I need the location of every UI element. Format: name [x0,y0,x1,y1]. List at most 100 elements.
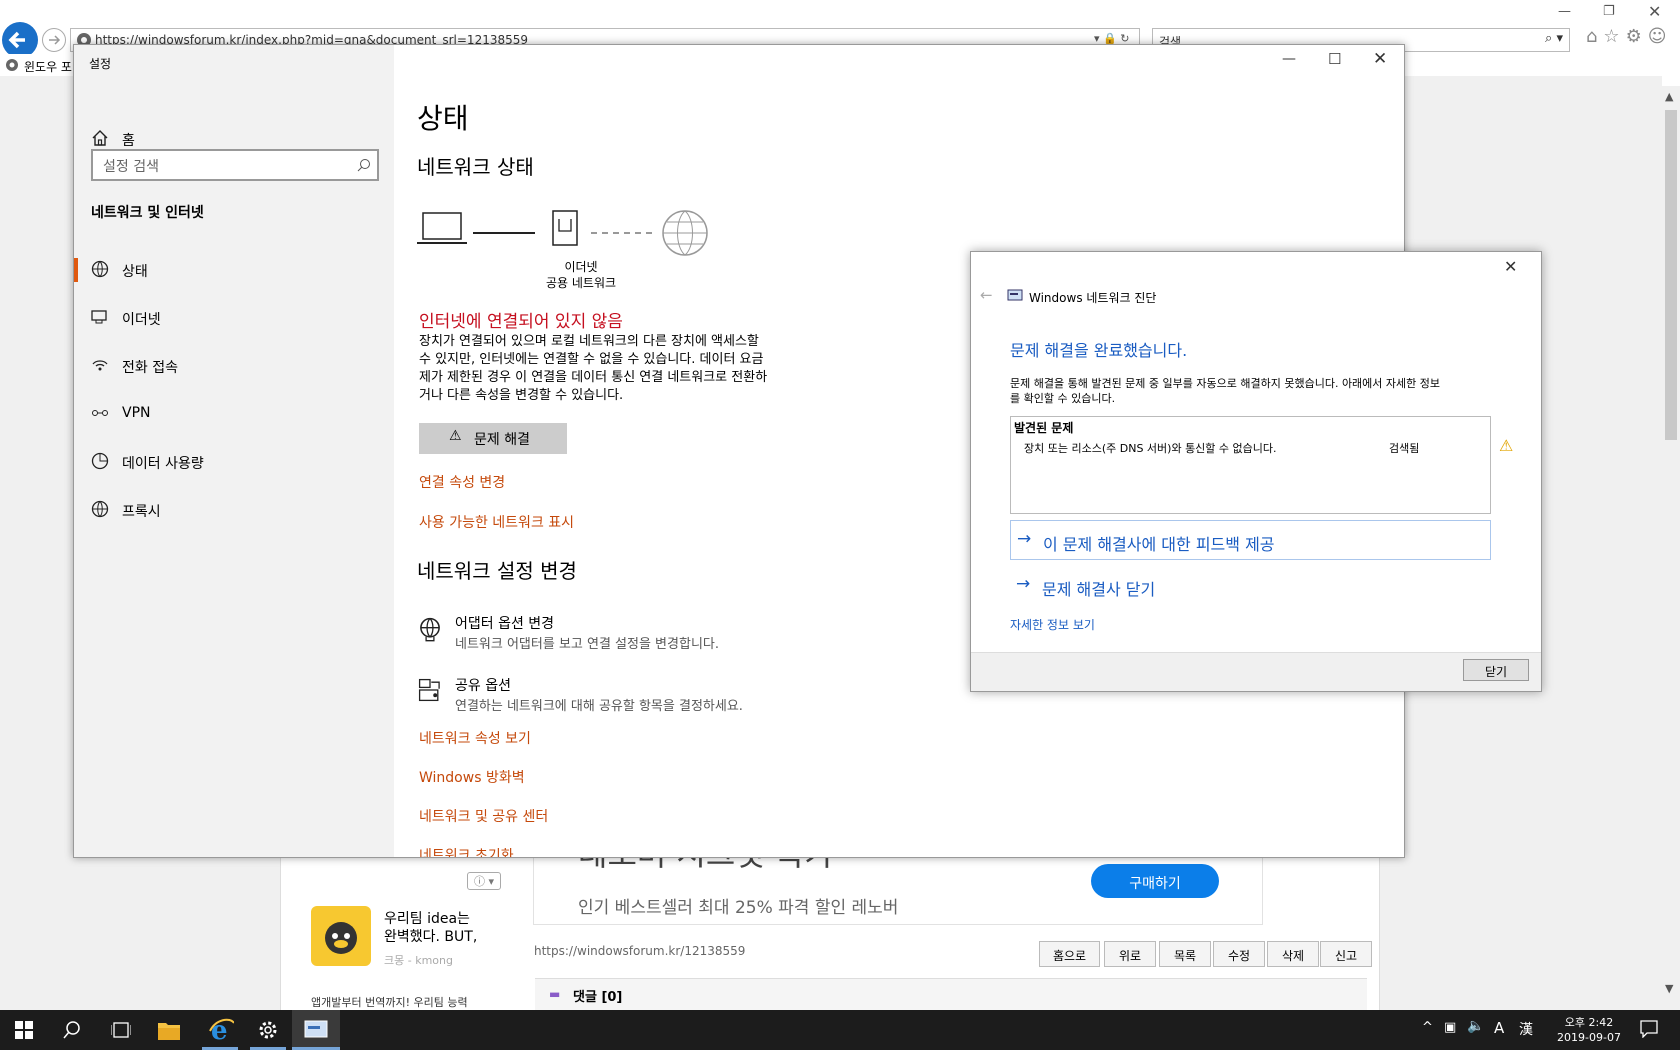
dialog-close-icon[interactable]: ✕ [1504,257,1517,276]
settings-search-input[interactable]: 설정 검색 [91,149,379,181]
task-view-button[interactable] [96,1010,144,1050]
network-tray-icon[interactable]: ▣ [1444,1020,1456,1035]
comments-bar: ▬ 댓글 [0] [535,978,1367,1010]
close-button[interactable]: 닫기 [1463,659,1529,681]
home-icon [92,130,108,146]
link-sharing-center[interactable]: 네트워크 및 공유 센터 [419,806,548,826]
link-connection-properties[interactable]: 연결 속성 변경 [419,472,505,492]
browser-tools-icons[interactable]: ⌂☆⚙☺ [1586,26,1672,47]
network-diagnostics-dialog: ✕ ← Windows 네트워크 진단 문제 해결을 완료했습니다. 문제 해결… [970,251,1542,692]
taskbar-settings[interactable] [244,1010,292,1050]
ad-text-line2: 완벽했다. BUT, [384,929,478,945]
windows-logo-icon [15,1021,33,1039]
minimize-icon[interactable]: — [1282,51,1296,67]
search-icon[interactable]: ⌕ ▾ [1545,31,1563,46]
arrow-right-icon: → [1016,574,1031,594]
network-diagnostics-icon [1007,289,1023,301]
dialog-title: Windows 네트워크 진단 [1029,291,1157,305]
view-details-link[interactable]: 자세한 정보 보기 [1010,616,1095,633]
error-title: 인터넷에 연결되어 있지 않음 [419,312,623,332]
forward-button[interactable] [42,28,66,52]
taskbar-search-button[interactable] [48,1010,96,1050]
report-button[interactable]: 신고 [1320,941,1372,967]
clock-date[interactable]: 2019-09-07 [1552,1031,1626,1044]
network-diagnostics-icon [304,1020,328,1038]
ad-info-icon[interactable]: ⓘ ▾ [467,872,501,890]
browser-minimize-icon[interactable]: — [1558,4,1571,19]
nav-ethernet-label: 이더넷 [122,312,161,328]
router-icon [552,210,578,246]
adapter-icon [420,617,440,642]
notifications-icon[interactable] [1640,1020,1658,1038]
problem-status: 검색됨 [1389,442,1420,455]
warning-icon: ⚠ [449,428,462,444]
tab-favicon-icon [6,59,18,71]
sharing-icon [418,678,440,702]
dialog-back-icon[interactable]: ← [980,286,993,304]
network-status-heading: 네트워크 상태 [417,155,534,179]
delete-button[interactable]: 삭제 [1267,941,1319,967]
status-icon [91,260,109,278]
sharing-options-title[interactable]: 공유 옵션 [455,675,511,695]
taskbar-file-explorer[interactable] [144,1010,192,1050]
nav-ethernet[interactable]: 이더넷 [74,296,394,340]
ad-mascot-logo [311,906,371,966]
short-url[interactable]: https://windowsforum.kr/12138559 [534,944,745,958]
clock-time[interactable]: 오후 2:42 [1552,1014,1626,1030]
ime-hanja[interactable]: 漢 [1519,1019,1533,1039]
top-button[interactable]: 위로 [1104,941,1156,967]
ad-text-line1: 우리팀 idea는 [384,911,470,927]
list-button[interactable]: 목록 [1159,941,1211,967]
ime-mode[interactable]: A [1494,1019,1504,1037]
nav-status[interactable]: 상태 [74,248,394,292]
volume-icon[interactable]: 🔈 [1467,1018,1484,1034]
link-network-reset[interactable]: 네트워크 초기화 [419,845,514,857]
link-network-properties[interactable]: 네트워크 속성 보기 [419,728,531,748]
buy-button[interactable]: 구매하기 [1091,864,1219,898]
back-arrow-icon [8,31,25,49]
edit-button[interactable]: 수정 [1213,941,1265,967]
comment-icon: ▬ [549,987,561,1001]
scroll-up-icon[interactable]: ▲ [1665,90,1673,103]
nav-data-usage[interactable]: 데이터 사용량 [74,440,394,484]
browser-close-icon[interactable]: ✕ [1648,2,1661,21]
dialup-icon [92,360,108,371]
feedback-option[interactable]: → 이 문제 해결사에 대한 피드백 제공 [1010,520,1491,560]
nav-data-usage-label: 데이터 사용량 [122,456,204,472]
taskbar-network-diagnostics[interactable] [292,1010,340,1050]
forward-arrow-icon [49,35,61,45]
ethernet-icon [91,310,107,324]
ad-source: 크몽 - kmong [384,954,453,967]
nav-proxy[interactable]: 프록시 [74,488,394,532]
nav-dialup[interactable]: 전화 접속 [74,344,394,388]
proxy-icon [91,500,109,518]
nav-proxy-label: 프록시 [122,504,161,520]
change-settings-heading: 네트워크 설정 변경 [417,559,577,583]
nav-vpn[interactable]: VPN [74,392,394,436]
maximize-icon[interactable]: ☐ [1328,50,1341,68]
close-icon[interactable]: ✕ [1373,49,1387,69]
nav-home-label: 홈 [122,133,135,149]
data-usage-icon [91,452,109,470]
link-windows-firewall[interactable]: Windows 방화벽 [419,767,525,787]
scroll-down-icon[interactable]: ▼ [1665,982,1673,995]
back-button[interactable] [2,22,38,58]
home-button[interactable]: 홈으로 [1039,941,1100,967]
troubleshoot-button[interactable]: ⚠ 문제 해결 [419,423,567,454]
error-description: 장치가 연결되어 있으며 로컬 네트워크의 다른 장치에 액세스할 수 있지만,… [419,334,768,403]
net-label-public: 공용 네트워크 [545,276,617,290]
warning-icon: ⚠ [1499,436,1514,455]
taskbar-internet-explorer[interactable]: e [196,1010,244,1050]
browser-tab[interactable]: 윈도우 포 [0,54,75,76]
start-button[interactable] [0,1010,48,1050]
found-problems-header: 발견된 문제 [1014,421,1074,435]
chevron-up-icon[interactable]: ^ [1422,1020,1433,1035]
scrollbar-thumb[interactable] [1665,110,1677,440]
close-troubleshooter-option[interactable]: → 문제 해결사 닫기 [1010,566,1491,606]
browser-restore-icon[interactable]: ❐ [1603,4,1615,19]
section-title: 네트워크 및 인터넷 [91,205,204,221]
laptop-icon [417,212,467,244]
problem-description[interactable]: 장치 또는 리소스(주 DNS 서버)와 통신할 수 없습니다. [1024,440,1277,456]
link-show-networks[interactable]: 사용 가능한 네트워크 표시 [419,512,574,532]
adapter-options-title[interactable]: 어댑터 옵션 변경 [455,613,554,633]
